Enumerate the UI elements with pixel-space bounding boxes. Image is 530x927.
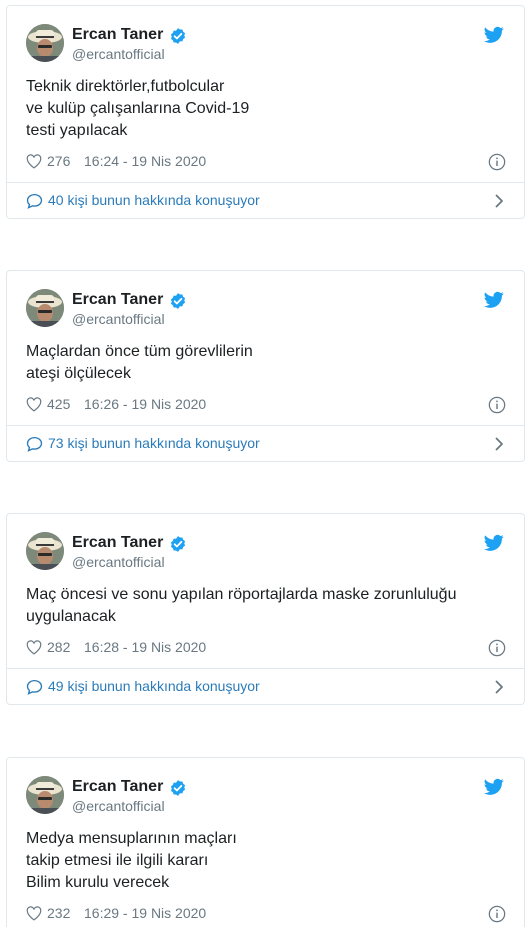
like-count[interactable]: 276	[47, 153, 70, 169]
avatar[interactable]	[26, 289, 64, 327]
tweet-card[interactable]: Ercan Taner @ercantofficial Medya mensup…	[6, 757, 525, 927]
tweet-timestamp[interactable]: 16:29 - 19 Nis 2020	[84, 905, 206, 921]
avatar[interactable]	[26, 24, 64, 62]
divider	[7, 425, 524, 426]
like-count[interactable]: 232	[47, 905, 70, 921]
heart-icon[interactable]	[26, 154, 42, 169]
tweet-text: Maç öncesi ve sonu yapılan röportajlarda…	[26, 584, 456, 628]
info-icon[interactable]	[488, 153, 506, 171]
info-icon[interactable]	[488, 396, 506, 414]
author-name[interactable]: Ercan Taner	[72, 26, 163, 44]
conversation-label[interactable]: 40 kişi bunun hakkında konuşuyor	[48, 192, 260, 208]
tweet-card[interactable]: Ercan Taner @ercantofficial Maç öncesi v…	[6, 513, 525, 705]
tweet-timestamp[interactable]: 16:26 - 19 Nis 2020	[84, 396, 206, 412]
tweet-text-line: Maç öncesi ve sonu yapılan röportajlarda…	[26, 586, 457, 603]
tweet-header: Ercan Taner @ercantofficial	[7, 758, 524, 828]
tweet-text-line: Teknik direktörler,futbolcular	[26, 78, 225, 95]
heart-icon[interactable]	[26, 640, 42, 655]
tweet-card[interactable]: Ercan Taner @ercantofficial Teknik direk…	[6, 5, 525, 219]
heart-icon[interactable]	[26, 906, 42, 921]
chevron-right-icon[interactable]	[494, 680, 504, 694]
tweet-meta: 425 16:26 - 19 Nis 2020	[26, 395, 506, 415]
speech-bubble-icon	[26, 436, 43, 452]
tweet-meta: 276 16:24 - 19 Nis 2020	[26, 152, 506, 172]
tweet-card[interactable]: Ercan Taner @ercantofficial Maçlardan ön…	[6, 270, 525, 462]
info-icon[interactable]	[488, 639, 506, 657]
tweet-text: Medya mensuplarının maçları takip etmesi…	[26, 828, 237, 894]
speech-bubble-icon	[26, 679, 43, 695]
twitter-bird-icon[interactable]	[484, 291, 504, 309]
tweet-text-line: takip etmesi ile ilgili kararı	[26, 852, 209, 869]
author-name[interactable]: Ercan Taner	[72, 534, 163, 552]
author-handle[interactable]: @ercantofficial	[72, 554, 165, 570]
verified-badge-icon	[170, 28, 186, 44]
chevron-right-icon[interactable]	[494, 194, 504, 208]
conversation-link[interactable]: 73 kişi bunun hakkında konuşuyor	[26, 434, 506, 454]
verified-badge-icon	[170, 293, 186, 309]
author-name[interactable]: Ercan Taner	[72, 778, 163, 796]
like-count[interactable]: 282	[47, 639, 70, 655]
twitter-bird-icon[interactable]	[484, 534, 504, 552]
tweet-meta: 232 16:29 - 19 Nis 2020	[26, 904, 506, 924]
tweet-text-line: ve kulüp çalışanlarına Covid-19	[26, 100, 250, 117]
tweet-header: Ercan Taner @ercantofficial	[7, 514, 524, 584]
tweet-text-line: uygulanacak	[26, 608, 116, 625]
avatar[interactable]	[26, 776, 64, 814]
tweet-header: Ercan Taner @ercantofficial	[7, 271, 524, 341]
tweet-text: Teknik direktörler,futbolcular ve kulüp …	[26, 76, 249, 142]
info-icon[interactable]	[488, 905, 506, 923]
tweet-text-line: Maçlardan önce tüm görevlilerin	[26, 343, 253, 360]
author-handle[interactable]: @ercantofficial	[72, 311, 165, 327]
like-count[interactable]: 425	[47, 396, 70, 412]
tweet-text-line: Medya mensuplarının maçları	[26, 830, 237, 847]
conversation-label[interactable]: 73 kişi bunun hakkında konuşuyor	[48, 435, 260, 451]
conversation-link[interactable]: 49 kişi bunun hakkında konuşuyor	[26, 677, 506, 697]
twitter-bird-icon[interactable]	[484, 26, 504, 44]
tweet-meta: 282 16:28 - 19 Nis 2020	[26, 638, 506, 658]
author-handle[interactable]: @ercantofficial	[72, 46, 165, 62]
verified-badge-icon	[170, 780, 186, 796]
tweet-text: Maçlardan önce tüm görevlilerin ateşi öl…	[26, 341, 253, 385]
author-handle[interactable]: @ercantofficial	[72, 798, 165, 814]
twitter-bird-icon[interactable]	[484, 778, 504, 796]
tweet-text-line: ateşi ölçülecek	[26, 365, 131, 382]
verified-badge-icon	[170, 536, 186, 552]
chevron-right-icon[interactable]	[494, 437, 504, 451]
speech-bubble-icon	[26, 193, 43, 209]
author-name[interactable]: Ercan Taner	[72, 291, 163, 309]
tweet-text-line: Bilim kurulu verecek	[26, 874, 170, 891]
conversation-label[interactable]: 49 kişi bunun hakkında konuşuyor	[48, 678, 260, 694]
divider	[7, 668, 524, 669]
conversation-link[interactable]: 40 kişi bunun hakkında konuşuyor	[26, 191, 506, 211]
tweet-timestamp[interactable]: 16:24 - 19 Nis 2020	[84, 153, 206, 169]
tweet-timestamp[interactable]: 16:28 - 19 Nis 2020	[84, 639, 206, 655]
tweet-header: Ercan Taner @ercantofficial	[7, 6, 524, 76]
divider	[7, 182, 524, 183]
avatar[interactable]	[26, 532, 64, 570]
heart-icon[interactable]	[26, 397, 42, 412]
tweet-text-line: testi yapılacak	[26, 122, 128, 139]
